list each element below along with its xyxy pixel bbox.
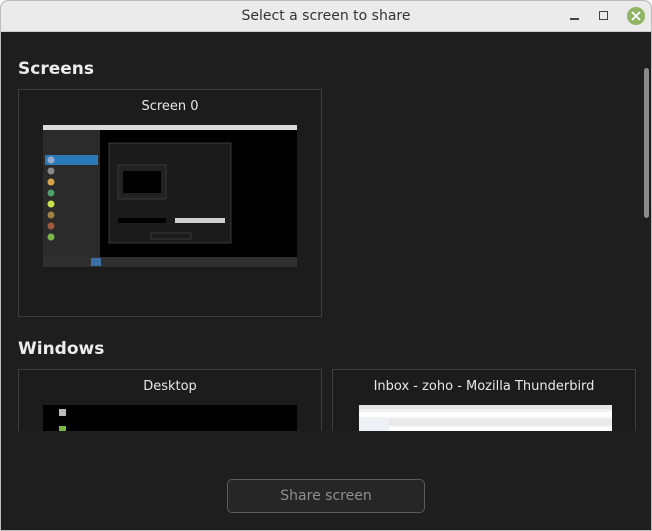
windows-heading: Windows: [18, 339, 105, 359]
minimize-icon[interactable]: [564, 6, 584, 26]
window-desktop-label: Desktop: [143, 379, 197, 394]
screen-0-preview: [43, 125, 297, 267]
share-screen-button[interactable]: Share screen: [227, 479, 425, 513]
scrollbar[interactable]: [644, 68, 649, 218]
window-title: Select a screen to share: [241, 8, 411, 24]
dialog-content: Screens Screen 0 Windows Desktop Inbox -…: [1, 32, 651, 530]
titlebar[interactable]: Select a screen to share: [1, 1, 651, 32]
window-thunderbird-label: Inbox - zoho - Mozilla Thunderbird: [373, 379, 595, 394]
screens-heading: Screens: [18, 59, 94, 79]
share-dialog-window: Select a screen to share Screens Screen …: [0, 0, 652, 531]
screen-0-card[interactable]: Screen 0: [18, 89, 322, 317]
maximize-icon[interactable]: [594, 6, 614, 26]
close-icon[interactable]: [626, 6, 646, 26]
screen-0-label: Screen 0: [141, 99, 199, 114]
